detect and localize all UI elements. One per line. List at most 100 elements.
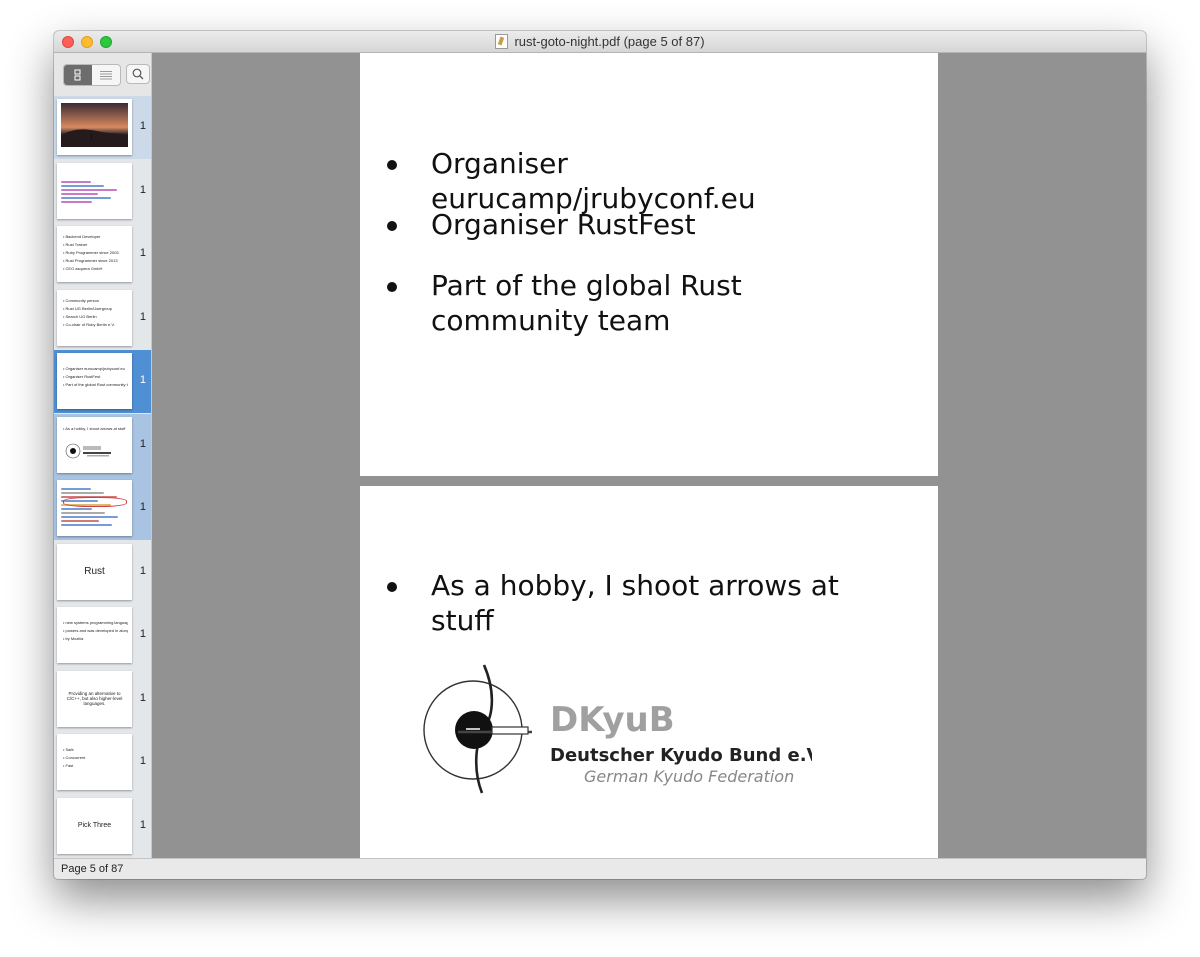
status-bar: Page 5 of 87 xyxy=(54,858,1146,879)
thumbnail-bullets: SafeConcurrentFast xyxy=(63,746,128,770)
thumbnail-page-count: 1 xyxy=(139,437,146,450)
thumbnails-view-button[interactable] xyxy=(64,65,92,85)
thumbnail-bullet-text: Ruby Programmer since 2003 xyxy=(63,249,128,257)
dkyub-logo-mini xyxy=(65,443,111,458)
thumbnail-bullet-text: Backend Developer xyxy=(63,233,128,241)
bullet-dot xyxy=(387,221,397,231)
thumbnail-page-count: 1 xyxy=(139,374,146,386)
thumbnail-bullet-text: Rust UG Berlin/Usergroup xyxy=(63,305,128,313)
bullet-dot xyxy=(387,582,397,592)
thumbnail-bullet-text: Concurrent xyxy=(63,754,128,762)
thumbnail-page-count: 1 xyxy=(139,691,146,704)
page-thumbnail[interactable]: Organiser eurucamp/jrubyconf.euOrganiser… xyxy=(57,353,132,409)
thumbnail-page-count: 1 xyxy=(139,755,146,767)
sunset-photo xyxy=(61,103,128,147)
thumbnail-row[interactable]: Rust 1 xyxy=(54,541,151,604)
svg-text:German Kyudo Federation: German Kyudo Federation xyxy=(584,767,794,786)
list-icon xyxy=(100,71,112,80)
thumbnail-row[interactable]: Organiser eurucamp/jrubyconf.euOrganiser… xyxy=(54,350,151,413)
thumbnail-page-count: 1 xyxy=(139,120,146,132)
thumbnail-bullet-text: Co-chair of Ruby Berlin e.V. xyxy=(63,321,128,329)
thumbnail-page-count: 1 xyxy=(139,628,146,640)
pdf-document-icon xyxy=(495,34,509,49)
thumbnail-row[interactable]: Backend DeveloperRust TrainerRuby Progra… xyxy=(54,223,151,286)
page-thumbnail[interactable]: Pick Three xyxy=(57,797,132,854)
thumbnail-bullets: Organiser eurucamp/jrubyconf.euOrganiser… xyxy=(63,365,128,389)
code-snippet xyxy=(61,486,123,528)
page-thumbnail[interactable]: new systems programming languagepowers a… xyxy=(57,607,132,663)
document-canvas[interactable]: Organiser eurucamp/jrubyconf.eu Organise… xyxy=(152,53,1146,858)
page-thumbnail[interactable]: As a hobby, I shoot arrows at stuff xyxy=(57,416,132,473)
bullet-dot xyxy=(387,160,397,170)
bullet-text: Part of the global Rust community team xyxy=(431,269,742,337)
thumbnail-row[interactable]: new systems programming languagepowers a… xyxy=(54,604,151,667)
pdf-page-5: Organiser eurucamp/jrubyconf.eu Organise… xyxy=(360,53,938,476)
thumbnail-bullet-text: Part of the global Rust community team xyxy=(63,381,128,389)
thumbnail-row[interactable]: 1 xyxy=(54,160,151,223)
page-thumbnail[interactable]: Community personRust UG Berlin/Usergroup… xyxy=(57,289,132,346)
dkyub-logo: DKyuB Deutscher Kyudo Bund e.V. German K… xyxy=(423,664,812,794)
thumbnail-bullet-text: new systems programming language xyxy=(63,619,128,627)
thumbnail-page-count: 1 xyxy=(139,247,146,259)
bullet-dot xyxy=(387,282,397,292)
page-indicator: Page 5 of 87 xyxy=(61,863,124,875)
svg-text:DKyuB: DKyuB xyxy=(550,700,675,740)
bullet-text: Organiser RustFest xyxy=(431,208,696,241)
search-button[interactable] xyxy=(126,64,150,84)
thumbnail-bullet-text: Rust Programmer since 2013 xyxy=(63,257,128,265)
thumbnail-bullet-text: Community person xyxy=(63,297,128,305)
preview-window: rust-goto-night.pdf (page 5 of 87) 1 1 Bac… xyxy=(54,31,1146,879)
page-thumbnail[interactable]: SafeConcurrentFast xyxy=(57,734,132,790)
thumbnail-bullet-text: powers and was developed in along with S… xyxy=(63,627,128,635)
pdf-page-6: As a hobby, I shoot arrows at stuff DKyu… xyxy=(360,486,938,858)
thumbnail-page-count: 1 xyxy=(139,310,146,323)
thumbnails-icon xyxy=(74,69,81,81)
window-title-text: rust-goto-night.pdf (page 5 of 87) xyxy=(514,34,705,49)
thumbnail-bullet-text: As a hobby, I shoot arrows at stuff xyxy=(63,425,128,433)
sidebar-toolbar xyxy=(54,53,151,97)
thumbnail-text: Pick Three xyxy=(77,822,112,829)
window-title: rust-goto-night.pdf (page 5 of 87) xyxy=(54,31,1146,52)
thumbnail-bullet-text: Search UG Berlin xyxy=(63,313,128,321)
thumbnail-row[interactable]: Providing an alternative to C/C++, but a… xyxy=(54,668,151,731)
thumbnail-bullet-text: Safe xyxy=(63,746,128,754)
thumbnail-page-count: 1 xyxy=(139,564,146,577)
thumbnail-row[interactable]: SafeConcurrentFast 1 xyxy=(54,731,151,794)
thumbnail-row[interactable]: As a hobby, I shoot arrows at stuff 1 xyxy=(54,413,151,477)
thumbnail-text: Rust xyxy=(84,566,105,577)
thumbnail-bullet-text: Rust Trainer xyxy=(63,241,128,249)
thumbnail-bullets: new systems programming languagepowers a… xyxy=(63,619,128,643)
thumbnail-bullets: As a hobby, I shoot arrows at stuff xyxy=(63,425,128,433)
page-thumbnail[interactable] xyxy=(57,162,132,219)
thumbnail-row[interactable]: Pick Three 1 xyxy=(54,795,151,858)
thumbnail-bullet-text: CEO asquera GmbH xyxy=(63,265,128,273)
thumbnail-page-count: 1 xyxy=(139,818,146,831)
list-view-button[interactable] xyxy=(92,65,120,85)
thumbnail-bullet-text: Organiser RustFest xyxy=(63,373,128,381)
thumbnail-row[interactable]: 1 xyxy=(54,477,151,540)
thumbnail-bullet-text: Organiser eurucamp/jrubyconf.eu xyxy=(63,365,128,373)
thumbnail-bullets: Community personRust UG Berlin/Usergroup… xyxy=(63,297,128,329)
thumbnail-bullets: Backend DeveloperRust TrainerRuby Progra… xyxy=(63,233,128,273)
page-thumbnail[interactable]: Rust xyxy=(57,543,132,600)
page-thumbnail[interactable] xyxy=(57,99,132,155)
page-thumbnail[interactable]: Backend DeveloperRust TrainerRuby Progra… xyxy=(57,226,132,282)
thumbnail-page-count: 1 xyxy=(139,501,146,513)
thumbnail-bullet-text: by Mozilla xyxy=(63,635,128,643)
svg-text:Deutscher Kyudo Bund e.V.: Deutscher Kyudo Bund e.V. xyxy=(550,745,812,766)
page-thumbnail[interactable]: Providing an alternative to C/C++, but a… xyxy=(57,670,132,727)
code-snippet xyxy=(61,179,123,205)
thumbnail-row[interactable]: Community personRust UG Berlin/Usergroup… xyxy=(54,287,151,350)
title-bar[interactable]: rust-goto-night.pdf (page 5 of 87) xyxy=(54,31,1146,53)
thumbnail-page-count: 1 xyxy=(139,183,146,196)
view-mode-segmented-control xyxy=(63,64,121,86)
thumbnail-text: Providing an alternative to C/C++, but a… xyxy=(66,691,123,706)
thumbnail-sidebar: 1 1 Backend DeveloperRust TrainerRuby Prog… xyxy=(54,53,152,858)
page-thumbnail[interactable] xyxy=(57,480,132,536)
highlight-ellipse xyxy=(63,497,127,507)
thumbnail-row[interactable]: 1 xyxy=(54,96,151,159)
bullet-text: Organiser eurucamp/jrubyconf.eu xyxy=(431,147,756,215)
magnifier-icon xyxy=(132,68,144,80)
thumbnail-bullet-text: Fast xyxy=(63,762,128,770)
bullet-text: As a hobby, I shoot arrows at stuff xyxy=(431,569,839,637)
